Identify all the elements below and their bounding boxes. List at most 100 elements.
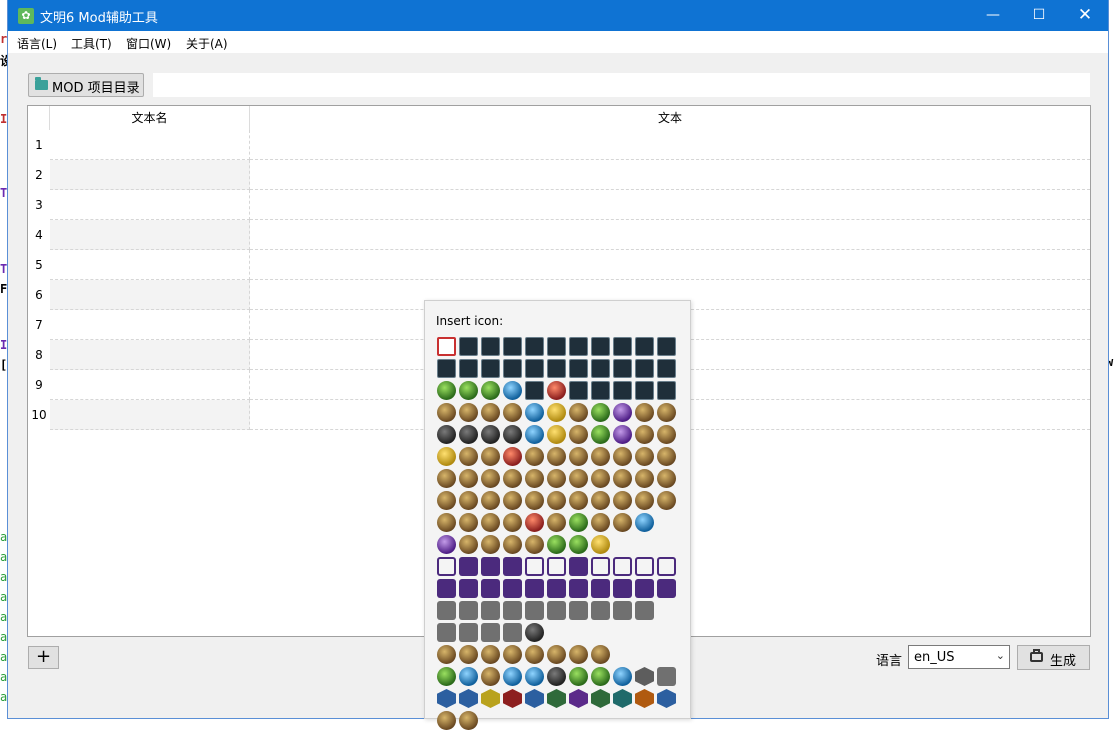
civ-glyph-icon[interactable] — [635, 491, 654, 510]
civ-glyph-icon[interactable] — [569, 645, 588, 664]
civ-glyph-icon[interactable] — [591, 491, 610, 510]
civ-glyph-icon[interactable] — [547, 557, 566, 576]
civ-glyph-icon[interactable] — [437, 645, 456, 664]
civ-glyph-icon[interactable] — [481, 645, 500, 664]
civ-glyph-icon[interactable] — [613, 557, 632, 576]
civ-glyph-icon[interactable] — [503, 601, 522, 620]
civ-glyph-icon[interactable] — [481, 359, 500, 378]
civ-glyph-icon[interactable] — [547, 447, 566, 466]
civ-glyph-icon[interactable] — [569, 601, 588, 620]
civ-glyph-icon[interactable] — [547, 491, 566, 510]
civ-glyph-icon[interactable] — [657, 359, 676, 378]
civ-glyph-icon[interactable] — [591, 359, 610, 378]
civ-glyph-icon[interactable] — [635, 513, 654, 532]
civ-glyph-icon[interactable] — [635, 337, 654, 356]
civ-glyph-icon[interactable] — [613, 403, 632, 422]
civ-glyph-icon[interactable] — [569, 513, 588, 532]
civ-glyph-icon[interactable] — [657, 337, 676, 356]
civ-glyph-icon[interactable] — [459, 469, 478, 488]
civ-glyph-icon[interactable] — [613, 337, 632, 356]
civ-glyph-icon[interactable] — [525, 469, 544, 488]
civ-glyph-icon[interactable] — [657, 447, 676, 466]
civ-glyph-icon[interactable] — [569, 667, 588, 686]
cell-name[interactable] — [50, 160, 250, 190]
civ-glyph-icon[interactable] — [459, 359, 478, 378]
civ-glyph-icon[interactable] — [437, 469, 456, 488]
civ-glyph-icon[interactable] — [459, 491, 478, 510]
civ-glyph-icon[interactable] — [591, 579, 610, 598]
civ-glyph-icon[interactable] — [503, 623, 522, 642]
civ-glyph-icon[interactable] — [569, 447, 588, 466]
civ-glyph-icon[interactable] — [481, 491, 500, 510]
civ-glyph-icon[interactable] — [547, 645, 566, 664]
civ-glyph-icon[interactable] — [459, 689, 478, 708]
civ-glyph-icon[interactable] — [591, 469, 610, 488]
civ-glyph-icon[interactable] — [503, 645, 522, 664]
civ-glyph-icon[interactable] — [437, 711, 456, 730]
civ-glyph-icon[interactable] — [547, 513, 566, 532]
cell-name[interactable] — [50, 280, 250, 310]
civ-glyph-icon[interactable] — [503, 491, 522, 510]
civ-glyph-icon[interactable] — [525, 667, 544, 686]
civ-glyph-icon[interactable] — [503, 535, 522, 554]
civ-glyph-icon[interactable] — [591, 667, 610, 686]
menu-window[interactable]: 窗口(W) — [126, 35, 171, 52]
civ-glyph-icon[interactable] — [437, 381, 456, 400]
title-bar[interactable]: ✿ 文明6 Mod辅助工具 — ☐ ✕ — [8, 0, 1108, 31]
civ-glyph-icon[interactable] — [503, 337, 522, 356]
civ-glyph-icon[interactable] — [657, 579, 676, 598]
civ-glyph-icon[interactable] — [635, 447, 654, 466]
civ-glyph-icon[interactable] — [547, 535, 566, 554]
civ-glyph-icon[interactable] — [503, 381, 522, 400]
cell-name[interactable] — [50, 130, 250, 160]
civ-glyph-icon[interactable] — [569, 425, 588, 444]
civ-glyph-icon[interactable] — [635, 557, 654, 576]
civ-glyph-icon[interactable] — [459, 667, 478, 686]
civ-glyph-icon[interactable] — [503, 579, 522, 598]
civ-glyph-icon[interactable] — [503, 403, 522, 422]
civ-glyph-icon[interactable] — [547, 381, 566, 400]
civ-glyph-icon[interactable] — [503, 667, 522, 686]
civ-glyph-icon[interactable] — [591, 557, 610, 576]
civ-glyph-icon[interactable] — [613, 667, 632, 686]
civ-glyph-icon[interactable] — [503, 425, 522, 444]
civ-glyph-icon[interactable] — [437, 359, 456, 378]
civ-glyph-icon[interactable] — [525, 689, 544, 708]
civ-glyph-icon[interactable] — [481, 601, 500, 620]
civ-glyph-icon[interactable] — [569, 337, 588, 356]
civ-glyph-icon[interactable] — [459, 579, 478, 598]
civ-glyph-icon[interactable] — [525, 491, 544, 510]
civ-glyph-icon[interactable] — [591, 425, 610, 444]
civ-glyph-icon[interactable] — [459, 381, 478, 400]
civ-glyph-icon[interactable] — [437, 447, 456, 466]
minimize-button[interactable]: — — [970, 0, 1016, 31]
civ-glyph-icon[interactable] — [591, 535, 610, 554]
menu-language[interactable]: 语言(L) — [17, 35, 57, 52]
cell-text[interactable] — [250, 190, 1090, 220]
cell-text[interactable] — [250, 220, 1090, 250]
cell-name[interactable] — [50, 400, 250, 430]
civ-glyph-icon[interactable] — [547, 579, 566, 598]
civ-glyph-icon[interactable] — [657, 557, 676, 576]
civ-glyph-icon[interactable] — [481, 425, 500, 444]
civ-glyph-icon[interactable] — [437, 513, 456, 532]
civ-glyph-icon[interactable] — [481, 337, 500, 356]
civ-glyph-icon[interactable] — [437, 425, 456, 444]
civ-glyph-icon[interactable] — [459, 623, 478, 642]
civ-glyph-icon[interactable] — [635, 579, 654, 598]
civ-glyph-icon[interactable] — [635, 359, 654, 378]
language-select[interactable]: en_US ⌄ — [908, 645, 1010, 669]
civ-glyph-icon[interactable] — [569, 557, 588, 576]
civ-glyph-icon[interactable] — [657, 491, 676, 510]
civ-glyph-icon[interactable] — [525, 579, 544, 598]
cell-name[interactable] — [50, 310, 250, 340]
civ-glyph-icon[interactable] — [569, 469, 588, 488]
civ-glyph-icon[interactable] — [591, 381, 610, 400]
add-row-button[interactable]: + — [28, 646, 59, 669]
civ-glyph-icon[interactable] — [613, 381, 632, 400]
civ-glyph-icon[interactable] — [613, 491, 632, 510]
cell-name[interactable] — [50, 370, 250, 400]
civ-glyph-icon[interactable] — [569, 403, 588, 422]
close-button[interactable]: ✕ — [1062, 0, 1108, 31]
civ-glyph-icon[interactable] — [547, 469, 566, 488]
